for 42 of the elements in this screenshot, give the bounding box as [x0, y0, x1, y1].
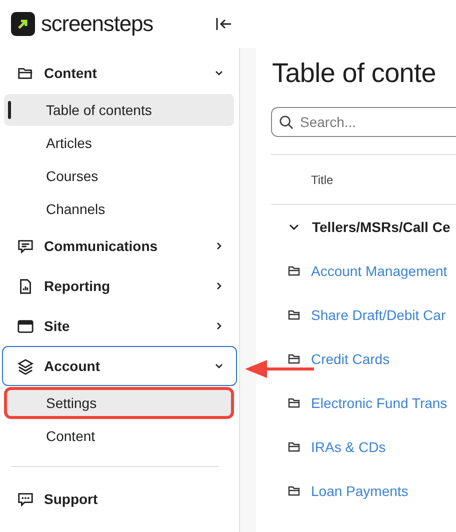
- nav-item[interactable]: Channels: [4, 193, 234, 225]
- search-icon: [279, 115, 294, 130]
- folder-link[interactable]: IRAs & CDs: [311, 439, 386, 455]
- folder-icon: [288, 354, 300, 364]
- nav-item[interactable]: Content: [4, 420, 234, 452]
- folder-link[interactable]: Electronic Fund Trans: [311, 395, 448, 411]
- nav-section-header[interactable]: Communications: [2, 226, 237, 266]
- nav-section-header[interactable]: Content: [2, 53, 237, 93]
- nav-item[interactable]: Table of contents: [4, 94, 234, 126]
- nav-item[interactable]: Courses: [4, 160, 234, 192]
- column-header: Title: [311, 172, 334, 186]
- page-title: Table of conte: [272, 58, 437, 89]
- chart-document-icon: [17, 278, 34, 294]
- group-title[interactable]: Tellers/MSRs/Call Ce: [312, 219, 450, 235]
- chevron-icon: [214, 281, 224, 291]
- collapse-sidebar-icon[interactable]: [216, 18, 232, 30]
- folder-icon: [288, 442, 300, 452]
- chevron-icon: [214, 321, 224, 331]
- nav-section-header[interactable]: Account: [2, 346, 237, 386]
- chevron-icon: [214, 241, 224, 251]
- brand-name: screensteps: [41, 11, 154, 37]
- nav-item[interactable]: Articles: [4, 127, 234, 159]
- layers-icon: [17, 358, 34, 374]
- chevron-icon: [214, 68, 224, 78]
- folder-link[interactable]: Share Draft/Debit Car: [311, 307, 446, 323]
- chat-icon: [17, 238, 34, 254]
- folder-link[interactable]: Credit Cards: [311, 351, 390, 367]
- folder-link[interactable]: Account Management: [311, 263, 448, 279]
- folder-icon: [288, 266, 300, 276]
- logo-icon: [11, 12, 35, 36]
- folder-icon: [288, 310, 300, 320]
- folder-icon: [288, 398, 300, 408]
- nav-section-header[interactable]: Reporting: [2, 266, 237, 306]
- chevron-icon: [214, 361, 224, 371]
- folder-icon: [288, 486, 300, 496]
- folder-link[interactable]: Loan Payments: [311, 483, 408, 499]
- support-link[interactable]: Support: [2, 479, 237, 519]
- chat-dots-icon: [17, 490, 34, 508]
- browser-window-icon: [17, 318, 34, 334]
- nav-section-header[interactable]: Site: [2, 306, 237, 346]
- search-field[interactable]: Search...: [271, 107, 456, 137]
- nav-item[interactable]: Settings: [4, 387, 234, 419]
